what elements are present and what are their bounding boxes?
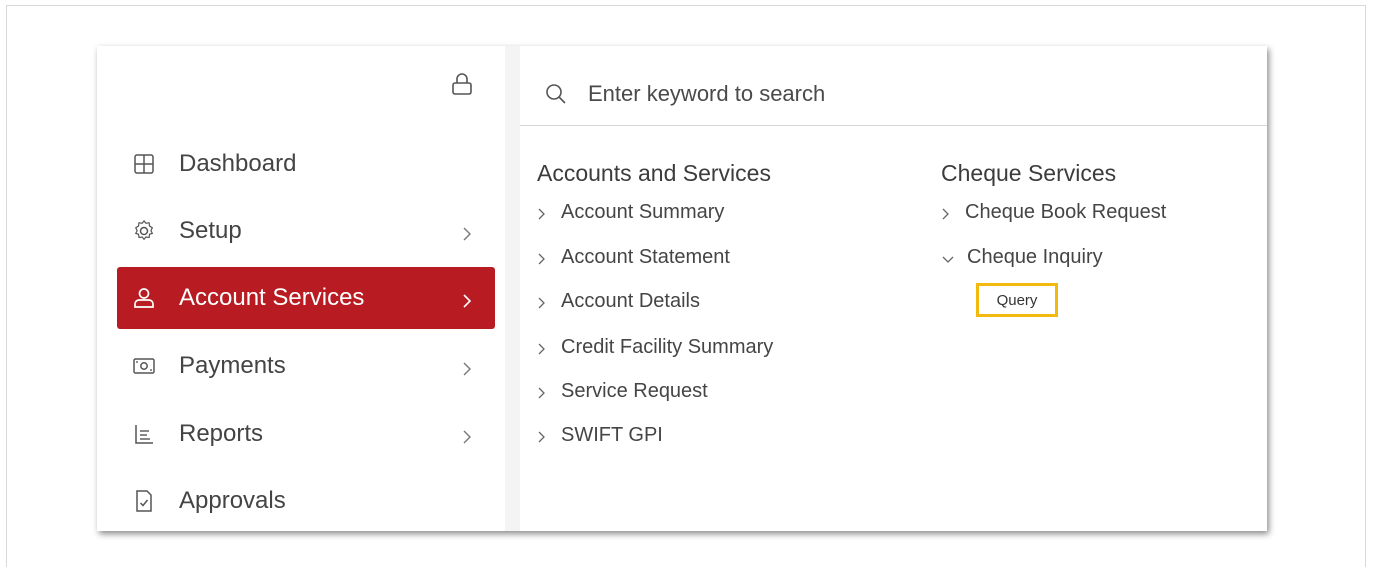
query-link-highlighted[interactable]: Query xyxy=(976,283,1058,317)
menu-link-cheque-inquiry[interactable]: Cheque Inquiry xyxy=(941,246,1103,269)
menu-link-swift-gpi[interactable]: SWIFT GPI xyxy=(537,424,663,447)
search-bar xyxy=(520,46,1267,126)
sidebar-item-label: Dashboard xyxy=(179,150,297,177)
chevron-right-icon xyxy=(461,425,473,444)
dashboard-icon xyxy=(133,153,155,175)
chevron-right-icon xyxy=(537,251,547,265)
search-icon xyxy=(546,84,566,104)
lock-icon[interactable] xyxy=(451,72,473,96)
sidebar-item-payments[interactable]: Payments xyxy=(117,335,495,397)
setup-gear-icon xyxy=(133,220,155,242)
chevron-right-icon xyxy=(537,385,547,399)
sidebar-item-label: Account Services xyxy=(179,284,365,311)
menu-link-service-request[interactable]: Service Request xyxy=(537,380,708,403)
approvals-doc-icon xyxy=(133,490,155,512)
menu-link-label: Cheque Inquiry xyxy=(967,246,1103,268)
chevron-right-icon xyxy=(461,289,473,308)
sidebar-item-label: Payments xyxy=(179,352,286,379)
column-title-accounts-and-services: Accounts and Services xyxy=(537,160,771,186)
chevron-right-icon xyxy=(941,206,951,220)
menu-link-label: Cheque Book Request xyxy=(965,201,1167,223)
chevron-right-icon xyxy=(537,429,547,443)
payments-cash-icon xyxy=(133,355,155,377)
sidebar-item-label: Setup xyxy=(179,217,242,244)
menu-link-label: SWIFT GPI xyxy=(561,424,663,446)
sidebar-item-approvals[interactable]: Approvals xyxy=(117,470,495,532)
search-input[interactable] xyxy=(588,79,1088,109)
menu-link-label: Account Details xyxy=(561,290,700,312)
chevron-down-icon xyxy=(941,251,955,265)
navigation-menu-panel: Dashboard Setup Account Services Payment… xyxy=(97,46,1267,531)
menu-link-label: Service Request xyxy=(561,380,708,402)
menu-link-label: Account Summary xyxy=(561,201,725,223)
chevron-right-icon xyxy=(461,357,473,376)
menu-link-credit-facility-summary[interactable]: Credit Facility Summary xyxy=(537,336,773,359)
sidebar-item-account-services[interactable]: Account Services xyxy=(117,267,495,329)
chevron-right-icon xyxy=(461,222,473,241)
sidebar-item-reports[interactable]: Reports xyxy=(117,403,495,465)
menu-link-label: Credit Facility Summary xyxy=(561,336,774,358)
menu-link-account-summary[interactable]: Account Summary xyxy=(537,201,724,224)
menu-link-cheque-book-request[interactable]: Cheque Book Request xyxy=(941,201,1166,224)
menu-content: Accounts and Services Account Summary Ac… xyxy=(520,46,1267,531)
menu-link-account-details[interactable]: Account Details xyxy=(537,290,700,313)
menu-link-label: Account Statement xyxy=(561,246,730,268)
sidebar-item-setup[interactable]: Setup xyxy=(117,200,495,262)
column-title-cheque-services: Cheque Services xyxy=(941,160,1117,186)
chevron-right-icon xyxy=(537,206,547,220)
chevron-right-icon xyxy=(537,341,547,355)
sidebar-item-label: Reports xyxy=(179,420,264,447)
chevron-right-icon xyxy=(537,295,547,309)
reports-icon xyxy=(133,423,155,445)
sidebar-item-dashboard[interactable]: Dashboard xyxy=(117,133,495,195)
sidebar-item-label: Approvals xyxy=(179,487,286,514)
sidebar: Dashboard Setup Account Services Payment… xyxy=(97,46,505,531)
account-user-icon xyxy=(133,287,155,309)
menu-link-account-statement[interactable]: Account Statement xyxy=(537,246,730,269)
